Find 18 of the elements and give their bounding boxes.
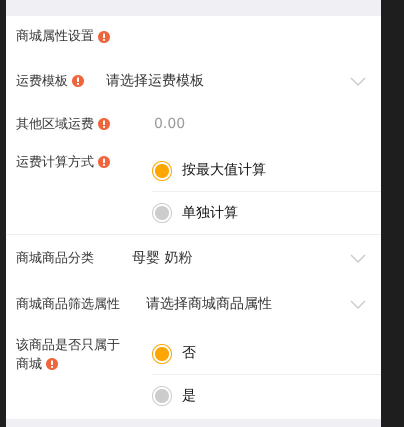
field-label: 运费模板 [16, 72, 68, 90]
section-title: 商城属性设置 [16, 28, 94, 46]
select-field[interactable]: 请选择运费模板 [106, 70, 366, 92]
field-label: 其他区域运费 [16, 116, 94, 132]
radio-option[interactable]: 是 [152, 386, 196, 406]
chevron-down-icon [350, 76, 366, 86]
radio-option[interactable]: 否 [152, 343, 196, 364]
input-field[interactable]: 0.00 [154, 114, 366, 134]
select-field[interactable]: 母婴 奶粉 [132, 248, 366, 268]
field-label: 该商品是否只属于商城 [16, 338, 120, 372]
chevron-down-icon [350, 254, 366, 262]
chevron-down-icon [350, 300, 366, 308]
field-label: 运费计算方式 [16, 155, 94, 170]
field-label: 商城商品分类 [16, 250, 94, 266]
select-field[interactable]: 请选择商城商品属性 [146, 294, 366, 314]
radio-option[interactable]: 单独计算 [152, 202, 238, 224]
field-label: 商城商品筛选属性 [16, 296, 120, 312]
radio-option[interactable]: 按最大值计算 [152, 160, 266, 181]
